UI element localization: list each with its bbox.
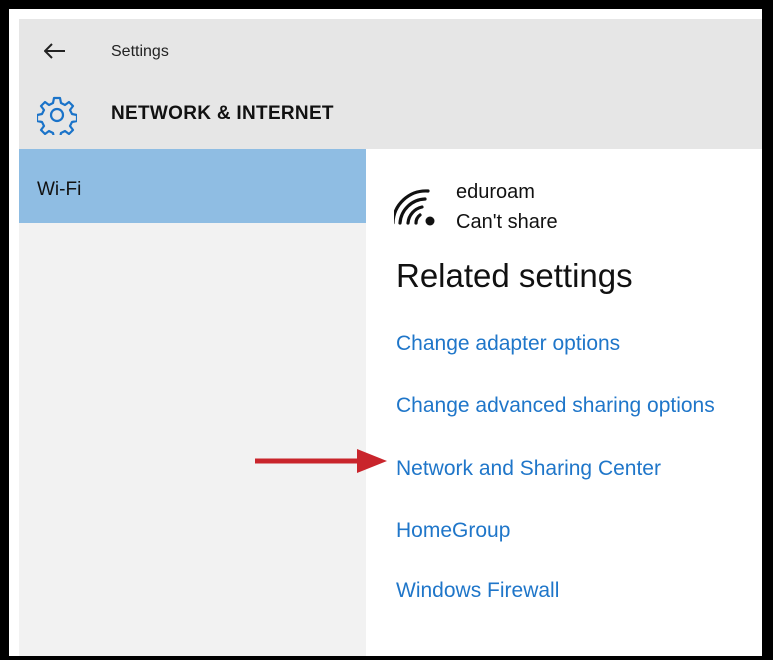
wifi-signal-icon [394,189,435,226]
sidebar: Wi-Fi [19,149,366,656]
related-settings-heading: Related settings [396,257,633,294]
network-name: eduroam [456,181,535,203]
red-arrow-annotation [255,449,387,473]
network-entry[interactable]: eduroam Can't share [394,179,654,239]
network-sharing-center-link[interactable]: Network and Sharing Center [396,457,661,481]
main-content: eduroam Can't share Related settings Cha… [366,149,762,656]
screenshot-frame: Settings NETWORK & INTERNET Wi-Fi eduroa… [0,0,773,660]
settings-window: Settings NETWORK & INTERNET Wi-Fi eduroa… [19,19,762,656]
change-advanced-sharing-link[interactable]: Change advanced sharing options [396,394,715,418]
back-button[interactable] [37,33,73,69]
homegroup-link[interactable]: HomeGroup [396,519,510,543]
gear-icon [37,96,77,135]
page-title: NETWORK & INTERNET [111,103,334,124]
sidebar-item-label: Wi-Fi [37,179,82,200]
sidebar-item-wifi[interactable]: Wi-Fi [19,149,366,223]
network-status: Can't share [456,211,558,233]
app-title: Settings [111,43,169,60]
change-adapter-options-link[interactable]: Change adapter options [396,332,620,356]
header: Settings NETWORK & INTERNET [19,19,762,149]
arrow-left-icon [44,43,65,59]
windows-firewall-link[interactable]: Windows Firewall [396,579,559,603]
